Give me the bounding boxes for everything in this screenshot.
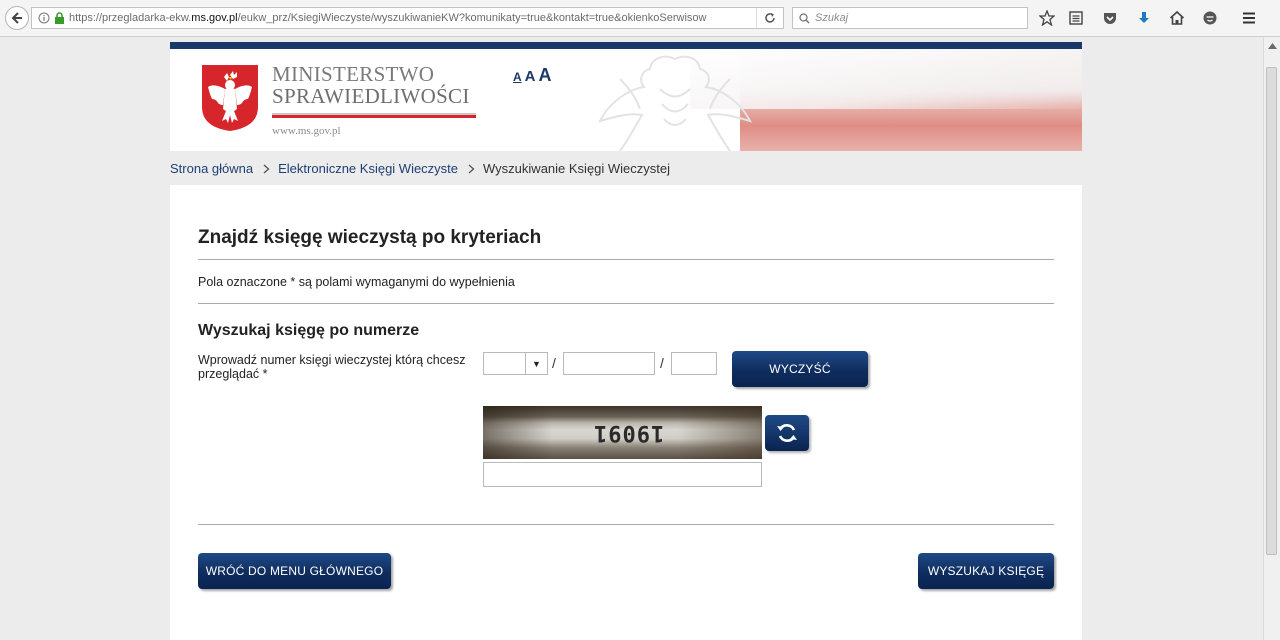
captcha-refresh-button[interactable] (765, 415, 809, 451)
reader-view-icon[interactable] (1067, 9, 1085, 27)
font-size-controls: A A A (513, 65, 552, 86)
dropdown-arrow-icon[interactable]: ▼ (525, 353, 547, 374)
breadcrumb-home-link[interactable]: Strona główna (170, 161, 253, 176)
eagle-watermark-icon (598, 55, 752, 151)
lock-icon[interactable] (54, 12, 65, 24)
refresh-icon (777, 424, 797, 442)
captcha-text: 19091 (593, 420, 665, 445)
menu-icon[interactable] (1240, 9, 1258, 27)
font-size-medium-link[interactable]: A (525, 68, 536, 85)
required-fields-note: Pola oznaczone * są polami wymaganymi do… (198, 275, 515, 289)
separator: / (552, 355, 556, 371)
ministry-title-line1: MINISTERSTWO (272, 62, 435, 86)
separator: / (660, 355, 664, 371)
captcha-input[interactable] (483, 462, 762, 487)
bookmark-star-icon[interactable] (1038, 9, 1056, 27)
breadcrumb-current: Wyszukiwanie Księgi Wieczystej (483, 161, 671, 176)
divider (198, 303, 1054, 304)
court-code-select[interactable]: ▼ (483, 352, 548, 375)
search-bar[interactable]: Szukaj (792, 7, 1028, 29)
header-banner: MINISTERSTWO SPRAWIEDLIWOŚCI www.ms.gov.… (170, 49, 1082, 151)
back-to-menu-button[interactable]: WRÓĆ DO MENU GŁÓWNEGO (198, 553, 391, 589)
divider (198, 524, 1054, 525)
breadcrumb-section-link[interactable]: Elektroniczne Księgi Wieczyste (278, 161, 458, 176)
ministry-title: MINISTERSTWO SPRAWIEDLIWOŚCI (272, 63, 470, 107)
ministry-title-line2: SPRAWIEDLIWOŚCI (272, 84, 470, 108)
reload-icon (765, 13, 775, 23)
page-title: Znajdź księgę wieczystą po kryteriach (198, 227, 542, 248)
url-bar[interactable]: https://przegladarka-ekw.ms.gov.pl/eukw_… (31, 7, 784, 29)
search-kw-button[interactable]: WYSZUKAJ KSIĘGĘ (918, 553, 1054, 589)
chevron-right-icon (468, 164, 475, 173)
divider (198, 259, 1054, 260)
search-icon (799, 12, 810, 24)
download-icon[interactable] (1135, 9, 1153, 27)
ministry-url: www.ms.gov.pl (272, 125, 341, 137)
search-placeholder: Szukaj (815, 12, 849, 24)
polish-eagle-emblem-icon (202, 65, 258, 131)
section-title: Wyszukaj księgę po numerze (198, 322, 420, 339)
search-form-panel: Znajdź księgę wieczystą po kryteriach Po… (170, 185, 1082, 640)
browser-toolbar: https://przegladarka-ekw.ms.gov.pl/eukw_… (0, 0, 1280, 37)
home-icon[interactable] (1168, 9, 1186, 27)
kw-number-label: Wprowadź numer księgi wieczystej którą c… (198, 353, 466, 381)
scroll-thumb[interactable] (1266, 67, 1277, 555)
font-size-large-link[interactable]: A (539, 65, 552, 86)
page: MINISTERSTWO SPRAWIEDLIWOŚCI www.ms.gov.… (170, 37, 1082, 640)
chevron-right-icon (263, 164, 270, 173)
url-text[interactable]: https://przegladarka-ekw.ms.gov.pl/eukw_… (69, 12, 756, 24)
font-size-small-link[interactable]: A (513, 70, 522, 84)
reload-button[interactable] (756, 8, 783, 28)
kw-number-input[interactable] (563, 352, 655, 375)
vertical-scrollbar[interactable] (1263, 37, 1280, 640)
captcha-image: 19091 (483, 406, 762, 459)
back-icon (11, 12, 22, 24)
clear-button[interactable]: WYCZYŚĆ (732, 351, 868, 387)
check-digit-input[interactable] (671, 352, 717, 375)
back-button[interactable] (5, 6, 29, 30)
top-stripe (170, 42, 1082, 49)
sync-icon[interactable] (1201, 9, 1219, 27)
pocket-icon[interactable] (1101, 9, 1119, 27)
breadcrumb: Strona główna Elektroniczne Księgi Wiecz… (170, 161, 670, 176)
info-icon[interactable] (38, 12, 50, 24)
scroll-up-arrow-icon[interactable] (1264, 37, 1280, 54)
ministry-flag-rule (272, 113, 476, 118)
